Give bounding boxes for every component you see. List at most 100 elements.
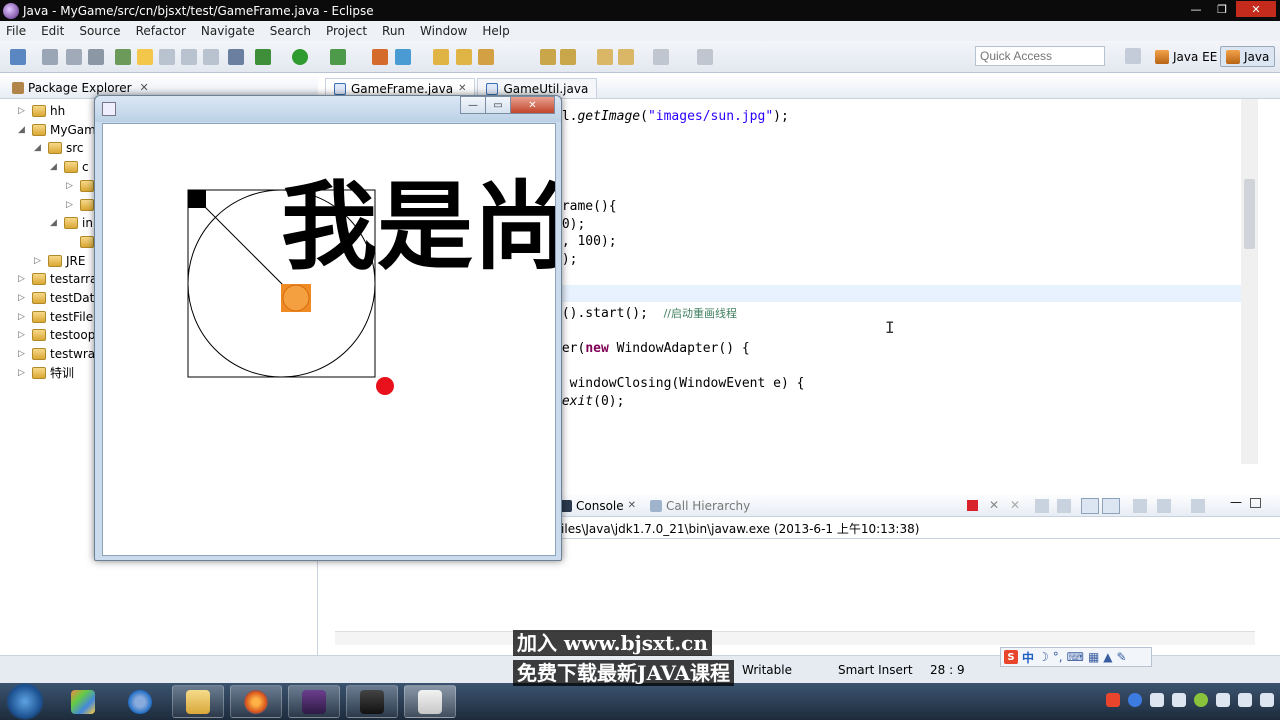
taskbar-app-eclipse-ee[interactable] — [288, 685, 340, 718]
expand-arrow-icon[interactable]: ▷ — [34, 256, 44, 266]
pin-editor-icon[interactable] — [697, 49, 713, 65]
open-console-icon[interactable] — [1191, 499, 1205, 513]
scroll-thumb[interactable] — [1244, 179, 1255, 249]
tree-item[interactable]: ▷ 特训 — [18, 364, 74, 382]
menu-project[interactable]: Project — [326, 24, 367, 38]
pin-console-icon[interactable] — [1133, 499, 1147, 513]
expand-arrow-icon[interactable]: ▷ — [18, 106, 28, 116]
show-whitespace-icon[interactable] — [203, 49, 219, 65]
tab-call-hierarchy[interactable]: Call Hierarchy — [650, 499, 750, 513]
tree-item[interactable]: ▷ testoop — [18, 326, 95, 344]
block-select-icon[interactable] — [159, 49, 175, 65]
ime-toolbar[interactable]: S 中 ☽ °, ⌨ ▦ ▲ ✎ — [1000, 647, 1152, 667]
tree-item[interactable]: ▷ hh — [18, 102, 65, 120]
next-annotation-icon[interactable] — [540, 49, 556, 65]
tree-item[interactable]: ◢ MyGame — [18, 121, 103, 139]
remove-all-icon[interactable]: ✕ — [1010, 498, 1020, 512]
save-icon[interactable] — [42, 49, 58, 65]
expand-arrow-icon[interactable]: ◢ — [50, 218, 60, 228]
game-minimize-button[interactable]: — — [460, 96, 486, 114]
open-type-icon[interactable] — [433, 49, 449, 65]
menu-navigate[interactable]: Navigate — [201, 24, 255, 38]
sogou-tray-icon[interactable] — [1106, 693, 1120, 707]
input-indicator-icon[interactable] — [1172, 693, 1186, 707]
menu-search[interactable]: Search — [270, 24, 311, 38]
close-tab-icon[interactable]: ✕ — [628, 500, 636, 511]
expand-arrow-icon[interactable]: ◢ — [18, 125, 28, 135]
tree-item[interactable]: ◢ src — [34, 139, 84, 157]
search-icon[interactable] — [478, 49, 494, 65]
console-horizontal-scrollbar[interactable] — [335, 631, 1255, 645]
tree-item[interactable]: ◢ c — [50, 158, 89, 176]
word-wrap-icon[interactable] — [181, 49, 197, 65]
tray-expand-icon[interactable] — [1150, 693, 1164, 707]
tree-item[interactable]: ▷ testDate — [18, 289, 102, 307]
expand-arrow-icon[interactable]: ▷ — [18, 368, 28, 378]
perspective-java[interactable]: Java — [1220, 46, 1276, 67]
forward-icon[interactable] — [653, 49, 669, 65]
menu-refactor[interactable]: Refactor — [136, 24, 186, 38]
punctuation-icon[interactable]: °, — [1053, 650, 1063, 664]
debug-icon[interactable] — [255, 49, 271, 65]
new-icon[interactable] — [10, 49, 26, 65]
usb-tray-icon[interactable] — [1216, 693, 1230, 707]
print-icon[interactable] — [88, 49, 104, 65]
coverage-icon[interactable] — [330, 49, 346, 65]
expand-arrow-icon[interactable]: ▷ — [18, 330, 28, 340]
maximize-view-icon[interactable] — [1250, 498, 1261, 508]
tree-item[interactable]: ▷ testFile — [18, 308, 93, 326]
display-console-icon[interactable] — [1157, 499, 1171, 513]
expand-arrow-icon[interactable]: ▷ — [18, 274, 28, 284]
taskbar-app-recorder[interactable] — [346, 685, 398, 718]
run-icon[interactable] — [292, 49, 308, 65]
maximize-button[interactable]: ❐ — [1210, 1, 1234, 17]
tree-item[interactable]: ▷ testarra — [18, 270, 97, 288]
show-on-output-icon[interactable] — [1081, 498, 1099, 514]
settings-wrench-icon[interactable]: ✎ — [1117, 650, 1127, 664]
expand-arrow-icon[interactable]: ▷ — [18, 312, 28, 322]
tree-item[interactable]: ▷ testwrap — [18, 345, 103, 363]
skip-breakpoints-icon[interactable] — [228, 49, 244, 65]
menu-edit[interactable]: Edit — [41, 24, 64, 38]
close-button[interactable]: ✕ — [1236, 1, 1276, 17]
last-edit-icon[interactable] — [597, 49, 613, 65]
close-tab-icon[interactable]: ✕ — [458, 83, 466, 94]
update-tray-icon[interactable] — [1194, 693, 1208, 707]
help-tray-icon[interactable] — [1128, 693, 1142, 707]
menu-window[interactable]: Window — [420, 24, 467, 38]
highlight-icon[interactable] — [137, 49, 153, 65]
moon-icon[interactable]: ☽ — [1038, 650, 1049, 664]
prev-annotation-icon[interactable] — [560, 49, 576, 65]
taskbar-app-explorer[interactable] — [172, 685, 224, 718]
game-close-button[interactable]: ✕ — [510, 96, 555, 114]
taskbar-app-java[interactable] — [404, 685, 456, 718]
save-all-icon[interactable] — [66, 49, 82, 65]
back-icon[interactable] — [618, 49, 634, 65]
terminate-icon[interactable] — [967, 500, 978, 511]
game-canvas[interactable]: 我是尚 — [102, 123, 556, 556]
scroll-lock-icon[interactable] — [1057, 499, 1071, 513]
expand-arrow-icon[interactable]: ▷ — [66, 200, 76, 210]
editor-vertical-scrollbar[interactable] — [1241, 99, 1258, 464]
menu-run[interactable]: Run — [382, 24, 405, 38]
minimize-button[interactable]: — — [1184, 1, 1208, 17]
expand-arrow-icon[interactable]: ▷ — [18, 349, 28, 359]
open-task-icon[interactable] — [456, 49, 472, 65]
shirt-icon[interactable]: ▲ — [1103, 650, 1112, 664]
start-button[interactable] — [5, 683, 45, 720]
new-class-icon[interactable] — [395, 49, 411, 65]
expand-arrow-icon[interactable]: ▷ — [66, 181, 76, 191]
external-tools-icon[interactable] — [372, 49, 388, 65]
toggle-mark-icon[interactable] — [115, 49, 131, 65]
expand-arrow-icon[interactable]: ▷ — [18, 293, 28, 303]
clear-console-icon[interactable] — [1035, 499, 1049, 513]
menu-source[interactable]: Source — [79, 24, 120, 38]
expand-arrow-icon[interactable]: ◢ — [34, 143, 44, 153]
ime-mode-label[interactable]: 中 — [1022, 649, 1034, 666]
remove-launch-icon[interactable]: ✕ — [989, 498, 999, 512]
taskbar-app-ie[interactable] — [114, 685, 166, 718]
tree-item[interactable]: ◢ in — [50, 214, 93, 232]
volume-tray-icon[interactable] — [1260, 693, 1274, 707]
taskbar-app-photo[interactable] — [57, 685, 109, 718]
tree-item[interactable]: ▷ JRE — [34, 252, 85, 270]
